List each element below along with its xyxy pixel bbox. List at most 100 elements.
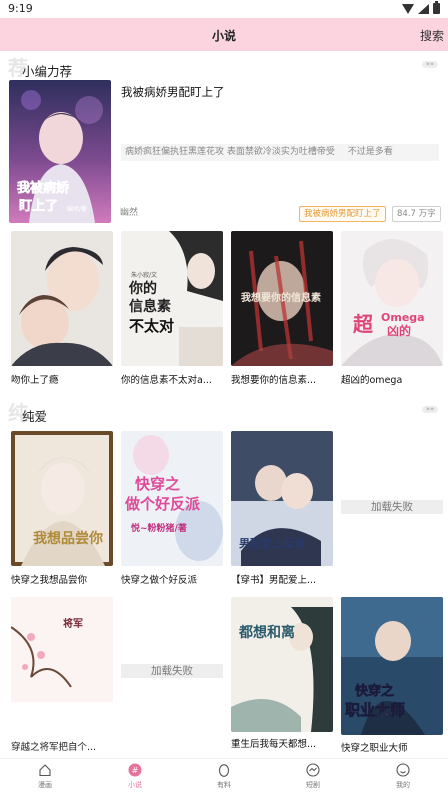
nav-label: 有料	[217, 781, 231, 789]
cover-text: 都想和离	[238, 624, 295, 641]
load-failed-placeholder: 加载失败	[341, 500, 443, 514]
book-cover[interactable]: 将军	[11, 597, 113, 732]
book-cover-art: 我想品尝你	[11, 431, 113, 566]
book-cover[interactable]: 超 Omega 凶的	[341, 231, 443, 366]
featured-book-title[interactable]: 我被病娇男配盯上了	[121, 84, 225, 100]
book-card[interactable]: 都想和离 重生后我每天都想...	[231, 597, 333, 750]
book-cover[interactable]: 快穿之 做个好反派 悦~粉粉猪/著	[121, 431, 223, 566]
book-title[interactable]: 快穿之做个好反派	[121, 572, 223, 586]
nav-label: 我的	[396, 781, 410, 789]
more-arrow-icon[interactable]: »»	[422, 406, 438, 413]
featured-cover-author: 幽然/著	[67, 205, 87, 213]
cover-text: 凶的	[387, 323, 411, 338]
battery-icon	[433, 1, 440, 14]
book-title[interactable]: 【穿书】男配爱上...	[231, 572, 333, 586]
cover-text: 不太对	[129, 317, 174, 335]
bottom-nav: 漫画 # 小说 有料 短剧 我的	[0, 758, 448, 796]
cover-text: Omega	[381, 311, 425, 324]
nav-label: 漫画	[38, 781, 52, 789]
nav-item-comics[interactable]: 漫画	[15, 763, 75, 790]
cover-text: 你的	[128, 280, 157, 297]
featured-book-cover[interactable]: 我被病娇 盯上了 幽然/著	[9, 80, 111, 223]
book-card[interactable]: 我想要你的信息素 我想要你的信息素...	[231, 231, 333, 386]
wifi-icon	[402, 3, 414, 14]
book-card[interactable]: 我想品尝你 快穿之我想品尝你	[11, 431, 113, 586]
book-title[interactable]: 快穿之职业大师	[341, 740, 443, 754]
book-card[interactable]: 快穿之 做个好反派 悦~粉粉猪/著 快穿之做个好反派	[121, 431, 223, 586]
book-title[interactable]: 你的信息素不太对a...	[121, 372, 223, 386]
featured-cover-art: 我被病娇 盯上了 幽然/著	[9, 80, 111, 223]
book-title[interactable]: 快穿之我想品尝你	[11, 572, 113, 586]
more-arrow-icon[interactable]: »»	[422, 61, 438, 68]
signal-icon	[418, 3, 429, 14]
status-bar: 9:19	[0, 0, 448, 18]
cover-text: 快穿之	[355, 683, 394, 699]
book-card[interactable]: 将军	[11, 597, 113, 732]
cover-text: 将军	[63, 617, 83, 630]
book-cover-art: 将军	[11, 597, 113, 702]
book-card[interactable]: 男配爱上反派 【穿书】男配爱上...	[231, 431, 333, 586]
book-cover[interactable]: 男配爱上反派	[231, 431, 333, 566]
page-title: 小说	[211, 29, 236, 43]
book-cover-art: 超 Omega 凶的	[341, 231, 443, 366]
book-title[interactable]: 我想要你的信息素...	[231, 372, 333, 386]
cover-author: 悦~粉粉猪/著	[131, 522, 187, 534]
cover-text: 职业大师	[345, 701, 405, 719]
cover-text: 信息素	[129, 298, 171, 315]
home-icon	[39, 764, 51, 777]
book-cover-art: 快穿之 做个好反派 悦~粉粉猪/著	[121, 431, 223, 566]
cover-text: 超	[352, 312, 374, 336]
book-cover-art: 都想和离	[231, 597, 333, 732]
featured-cover-title2: 盯上了	[19, 199, 58, 214]
cover-text: 快穿之	[135, 475, 180, 493]
app-header: 小说 搜索	[0, 18, 448, 51]
section-header-bl: 纯 纯爱 »»	[0, 401, 448, 427]
book-card[interactable]: 超 Omega 凶的 超凶的omega	[341, 231, 443, 386]
book-cover-art: 你的 信息素 不太对 朱小寂/文	[121, 231, 223, 366]
nav-item-short-drama[interactable]: 短剧	[283, 763, 343, 790]
nav-item-novels[interactable]: # 小说	[105, 763, 165, 790]
book-card[interactable]: 你的 信息素 不太对 朱小寂/文 你的信息素不太对a...	[121, 231, 223, 386]
egg-icon	[218, 764, 230, 777]
novel-icon: #	[128, 763, 142, 777]
book-card[interactable]: 吻你上了瘾	[11, 231, 113, 386]
profile-icon	[396, 763, 410, 777]
book-cover[interactable]	[11, 231, 113, 366]
status-time: 9:19	[8, 2, 33, 15]
featured-description-tail: 不过是多看	[347, 147, 393, 157]
nav-item-feed[interactable]: 有料	[194, 763, 254, 790]
featured-book-tag[interactable]: 我被病娇男配盯上了	[299, 206, 386, 222]
book-cover[interactable]: 我想要你的信息素	[231, 231, 333, 366]
cover-text: 男配爱上反派	[239, 536, 306, 550]
book-title[interactable]: 吻你上了瘾	[11, 372, 113, 386]
book-cover[interactable]: 快穿之 职业大师	[341, 597, 443, 735]
featured-word-count: 84.7 万字	[392, 206, 441, 222]
book-cover-art: 快穿之 职业大师	[341, 597, 443, 735]
cover-text: 我想品尝你	[33, 530, 103, 547]
nav-item-profile[interactable]: 我的	[373, 763, 433, 790]
featured-cover-title: 我被病娇	[17, 180, 70, 196]
book-title[interactable]: 重生后我每天都想...	[231, 736, 333, 750]
featured-book-description: 病娇疯狂偏执狂黑莲花攻 表面禁欲冷淡实为吐槽帝受 不过是多看	[121, 144, 439, 161]
book-cover[interactable]: 都想和离	[231, 597, 333, 732]
book-card[interactable]: 快穿之 职业大师 快穿之职业大师	[341, 597, 443, 754]
book-cover[interactable]: 我想品尝你	[11, 431, 113, 566]
cover-text: 做个好反派	[124, 495, 201, 513]
video-icon	[306, 763, 320, 777]
section-title: 纯爱	[22, 409, 48, 424]
book-cover-art: 我想要你的信息素	[231, 231, 333, 366]
nav-label: 短剧	[306, 781, 320, 789]
section-title: 小编力荐	[22, 64, 73, 79]
book-cover-art: 男配爱上反派	[231, 431, 333, 566]
book-title[interactable]: 穿越之将军把自个...	[11, 739, 113, 753]
svg-text:#: #	[132, 766, 139, 775]
cover-text: 我想要你的信息素	[241, 291, 321, 304]
cover-author: 朱小寂/文	[131, 271, 157, 279]
book-title[interactable]: 超凶的omega	[341, 372, 443, 386]
featured-description-text: 病娇疯狂偏执狂黑莲花攻 表面禁欲冷淡实为吐槽帝受	[125, 147, 335, 157]
featured-book-author: 幽然	[120, 208, 139, 218]
load-failed-placeholder: 加载失败	[121, 664, 223, 678]
book-cover[interactable]: 你的 信息素 不太对 朱小寂/文	[121, 231, 223, 366]
book-cover-art	[11, 231, 113, 366]
search-button[interactable]: 搜索	[420, 27, 444, 44]
